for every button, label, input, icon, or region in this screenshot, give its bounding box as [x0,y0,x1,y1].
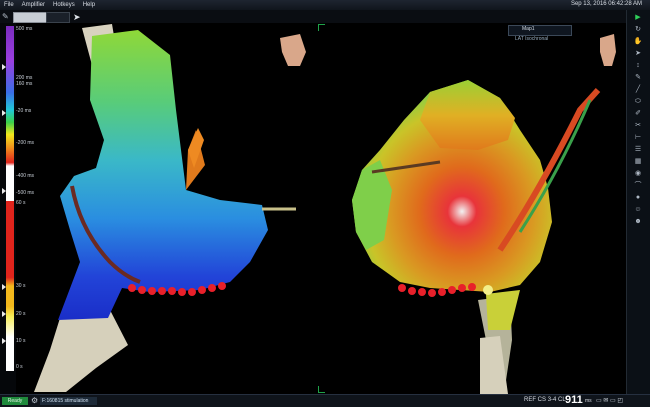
layers-icon[interactable]: ☰ [631,146,645,154]
reference-label: REF CS 3-4 CL [524,397,566,403]
lat-color-scale[interactable] [6,26,14,201]
hand-icon[interactable]: ✋ [631,38,645,46]
menu-file[interactable]: File [4,2,14,8]
brush-icon[interactable]: ✐ [631,110,645,118]
figure-icon[interactable]: ☻ [631,218,645,226]
cut-icon[interactable]: ✂ [631,122,645,130]
map-name-dropdown[interactable] [508,25,572,36]
lesion-scale-marker[interactable] [2,311,6,317]
catheter-icon[interactable]: ⌒ [631,182,645,190]
map-type-label: LAT Isochronal [515,36,549,42]
cycle-length-value: 911 [565,394,583,406]
lesion-scale-marker[interactable] [2,338,6,344]
gear-icon[interactable]: ⚙ [31,396,38,405]
viewport-corner [318,24,325,31]
menu-bar: File Amplifier Hotkeys Help Sep 13, 2016… [0,0,650,10]
tool-icon[interactable]: ✎ [2,12,9,21]
top-toolbar [0,10,650,23]
pen-icon[interactable]: ✎ [631,74,645,82]
line-icon[interactable]: ╱ [631,86,645,94]
status-indicator[interactable]: Ready [2,397,28,405]
ruler-icon[interactable]: ⊢ [631,134,645,142]
status-bar: Ready ⚙ F:160815 stimulation REF CS 3-4 … [0,394,650,407]
lat-anatomy-map-right-top [420,80,515,150]
lat-scale-marker[interactable] [2,110,6,116]
viewport-corner [318,386,325,393]
menu-help[interactable]: Help [83,2,95,8]
measure-icon[interactable]: ↕ [631,62,645,70]
map-name: Map1 [522,26,535,32]
select-icon[interactable]: ➤ [631,50,645,58]
record-icon[interactable]: ▶ [631,14,645,22]
study-segment-label[interactable]: F:160815 stimulation [40,397,97,405]
orientation-figure-left [280,34,306,66]
right-toolbar: ▶ ↻ ✋ ➤ ↕ ✎ ╱ ⬭ ✐ ✂ ⊢ ☰ ▦ ◉ ⌒ ● ☺ ☻ [626,10,650,394]
lat-scale-marker[interactable] [2,188,6,194]
eye-icon[interactable]: ◉ [631,170,645,178]
ellipse-icon[interactable]: ⬭ [631,98,645,106]
lat-scale-marker[interactable] [2,64,6,70]
menu-amplifier[interactable]: Amplifier [22,2,45,8]
pointer-icon[interactable]: ➤ [73,12,81,23]
status-icons[interactable]: ▭ ✉ ▭ ◰ [596,397,623,404]
figure-icon[interactable]: ☺ [631,206,645,214]
orientation-figure-right [600,34,616,66]
cycle-length-unit: ms [585,398,592,404]
map-selector[interactable] [13,12,47,23]
rotate-icon[interactable]: ↻ [631,26,645,34]
lat-anatomy-map-right-bottom [486,290,520,330]
ablation-lesion-highlight [483,285,493,295]
lesion-color-scale[interactable] [6,201,14,371]
map-viewport[interactable] [16,23,626,394]
lesion-scale-marker[interactable] [2,284,6,290]
grid-icon[interactable]: ▦ [631,158,645,166]
map-selector-2[interactable] [46,12,70,23]
menu-hotkeys[interactable]: Hotkeys [53,2,75,8]
lat-anatomy-map-left [58,30,268,320]
dot-icon[interactable]: ● [631,194,645,202]
vessel-structure-left-bottom [34,310,128,392]
datetime-readout: Sep 13, 2016 06:42:28 AM [570,1,642,7]
